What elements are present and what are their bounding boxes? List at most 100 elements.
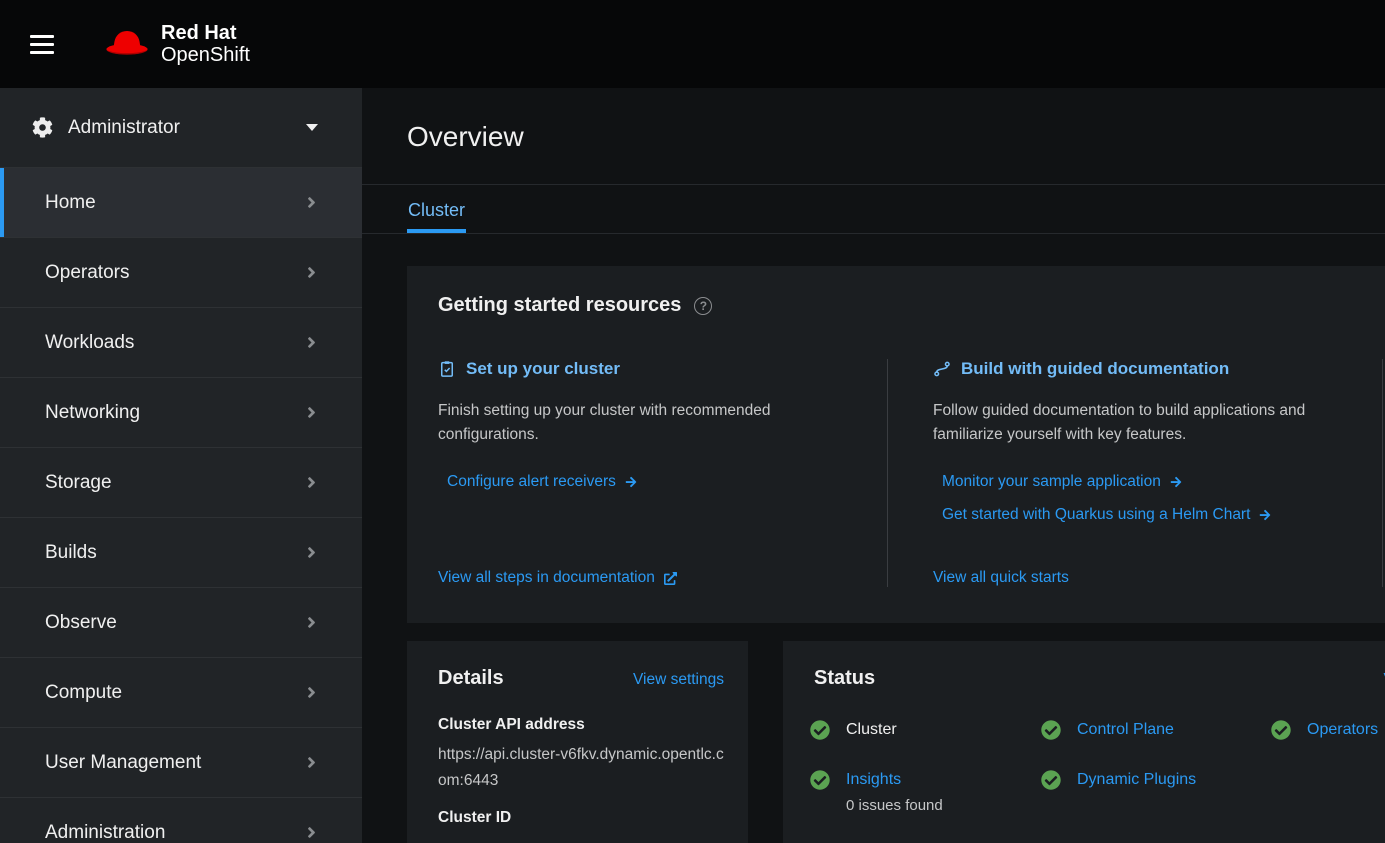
monitor-sample-application-link[interactable]: Monitor your sample application xyxy=(942,473,1337,491)
insights-status-text: Insights 0 issues found xyxy=(846,770,943,814)
redhat-hat-icon xyxy=(104,28,150,60)
guided-documentation-links: Monitor your sample application Get star… xyxy=(933,473,1337,539)
sidebar-item-label: Administration xyxy=(45,822,165,843)
status-item-cluster: Cluster xyxy=(810,720,1041,740)
chevron-right-icon xyxy=(306,334,317,351)
masthead: Red Hat OpenShift xyxy=(0,0,1385,88)
logo-text-openshift: OpenShift xyxy=(161,44,250,66)
dynamic-plugins-link[interactable]: Dynamic Plugins xyxy=(1077,771,1196,789)
operators-link[interactable]: Operators xyxy=(1307,721,1378,739)
overview-dashboard: Getting started resources ? Set up your … xyxy=(362,234,1385,843)
menu-toggle-button[interactable] xyxy=(30,23,72,65)
link-label: Get started with Quarkus using a Helm Ch… xyxy=(942,506,1250,524)
guided-documentation-footer: View all quick starts xyxy=(933,569,1337,587)
arrow-right-icon xyxy=(1259,509,1271,521)
details-card-body: Cluster API address https://api.cluster-… xyxy=(407,716,748,843)
sidebar-item-administration[interactable]: Administration xyxy=(0,797,362,843)
insights-link[interactable]: Insights xyxy=(846,771,943,789)
sidebar-item-operators[interactable]: Operators xyxy=(0,237,362,307)
redhat-openshift-logo: Red Hat OpenShift xyxy=(104,22,250,67)
getting-started-header: Getting started resources ? xyxy=(407,266,1385,333)
sidebar-item-label: Storage xyxy=(45,472,112,494)
tab-bar: Cluster xyxy=(362,184,1385,234)
sidebar-item-label: Builds xyxy=(45,542,97,564)
chevron-right-icon xyxy=(306,264,317,281)
control-plane-link[interactable]: Control Plane xyxy=(1077,721,1174,739)
getting-started-column-guided: Build with guided documentation Follow g… xyxy=(887,359,1383,587)
sidebar-item-networking[interactable]: Networking xyxy=(0,377,362,447)
check-circle-icon xyxy=(1041,720,1061,740)
view-all-quick-starts-link[interactable]: View all quick starts xyxy=(933,569,1069,587)
status-item-insights: Insights 0 issues found xyxy=(810,770,1041,814)
guided-documentation-description: Follow guided documentation to build app… xyxy=(933,399,1337,447)
setup-cluster-description: Finish setting up your cluster with reco… xyxy=(438,399,847,447)
setup-cluster-footer: View all steps in documentation xyxy=(438,569,847,587)
sidebar-item-compute[interactable]: Compute xyxy=(0,657,362,727)
chevron-right-icon xyxy=(306,614,317,631)
view-settings-link[interactable]: View settings xyxy=(633,671,724,689)
chevron-right-icon xyxy=(306,404,317,421)
gear-icon xyxy=(32,117,53,138)
guided-documentation-heading[interactable]: Build with guided documentation xyxy=(933,359,1337,379)
logo-text-redhat: Red Hat xyxy=(161,22,250,44)
chevron-right-icon xyxy=(306,754,317,771)
sidebar-item-workloads[interactable]: Workloads xyxy=(0,307,362,377)
setup-cluster-heading[interactable]: Set up your cluster xyxy=(438,359,847,379)
sidebar-item-label: Operators xyxy=(45,262,129,284)
page-title: Overview xyxy=(407,121,1340,153)
sidebar-item-builds[interactable]: Builds xyxy=(0,517,362,587)
help-icon[interactable]: ? xyxy=(694,297,712,315)
sidebar-item-user-management[interactable]: User Management xyxy=(0,727,362,797)
check-circle-icon xyxy=(810,770,830,790)
sidebar-item-label: User Management xyxy=(45,752,201,774)
external-link-icon xyxy=(664,572,677,585)
chevron-right-icon xyxy=(306,684,317,701)
main-content: Overview Cluster Getting started resourc… xyxy=(362,88,1385,843)
menu-icon xyxy=(30,43,54,46)
menu-icon xyxy=(30,35,54,38)
details-card-title: Details xyxy=(438,667,504,690)
status-item-dynamic-plugins: Dynamic Plugins xyxy=(1041,770,1271,814)
configure-alert-receivers-link[interactable]: Configure alert receivers xyxy=(447,473,847,491)
insights-subtext: 0 issues found xyxy=(846,797,943,814)
quarkus-helm-chart-link[interactable]: Get started with Quarkus using a Helm Ch… xyxy=(942,506,1337,524)
status-item-control-plane: Control Plane xyxy=(1041,720,1271,740)
setup-cluster-title: Set up your cluster xyxy=(466,359,620,379)
sidebar-item-storage[interactable]: Storage xyxy=(0,447,362,517)
chevron-right-icon xyxy=(306,824,317,841)
details-card-header: Details View settings xyxy=(407,641,748,700)
sidebar-item-home[interactable]: Home xyxy=(0,167,362,237)
perspective-switcher[interactable]: Administrator xyxy=(0,88,362,167)
tab-cluster[interactable]: Cluster xyxy=(407,185,466,233)
sidebar: Administrator Home Operators Workloads N… xyxy=(0,88,362,843)
getting-started-body: Set up your cluster Finish setting up yo… xyxy=(407,333,1385,623)
getting-started-column-setup: Set up your cluster Finish setting up yo… xyxy=(438,359,887,587)
sidebar-item-label: Networking xyxy=(45,402,140,424)
menu-icon xyxy=(30,51,54,54)
sidebar-item-label: Compute xyxy=(45,682,122,704)
check-circle-icon xyxy=(810,720,830,740)
caret-down-icon xyxy=(306,124,318,131)
getting-started-card: Getting started resources ? Set up your … xyxy=(407,266,1385,623)
setup-cluster-links: Configure alert receivers xyxy=(438,473,847,506)
sidebar-item-observe[interactable]: Observe xyxy=(0,587,362,657)
chevron-right-icon xyxy=(306,194,317,211)
getting-started-title: Getting started resources xyxy=(438,294,681,317)
sidebar-item-label: Observe xyxy=(45,612,117,634)
guided-documentation-title: Build with guided documentation xyxy=(961,359,1229,379)
dashboard-cards-row: Details View settings Cluster API addres… xyxy=(407,641,1385,843)
sidebar-item-label: Workloads xyxy=(45,332,134,354)
status-cluster-label: Cluster xyxy=(846,721,897,739)
link-label: View all steps in documentation xyxy=(438,569,655,587)
view-all-steps-link[interactable]: View all steps in documentation xyxy=(438,569,677,587)
chevron-right-icon xyxy=(306,544,317,561)
arrow-right-icon xyxy=(1170,476,1182,488)
status-item-operators: Operators xyxy=(1271,720,1385,740)
cluster-id-label: Cluster ID xyxy=(438,809,724,827)
sidebar-item-label: Home xyxy=(45,192,96,214)
status-card-body: Cluster Control Plane Operators xyxy=(783,700,1385,838)
check-circle-icon xyxy=(1271,720,1291,740)
status-card: Status View alerts Cluster Control Plane xyxy=(783,641,1385,843)
task-list-icon xyxy=(438,360,456,378)
link-label: Monitor your sample application xyxy=(942,473,1161,491)
